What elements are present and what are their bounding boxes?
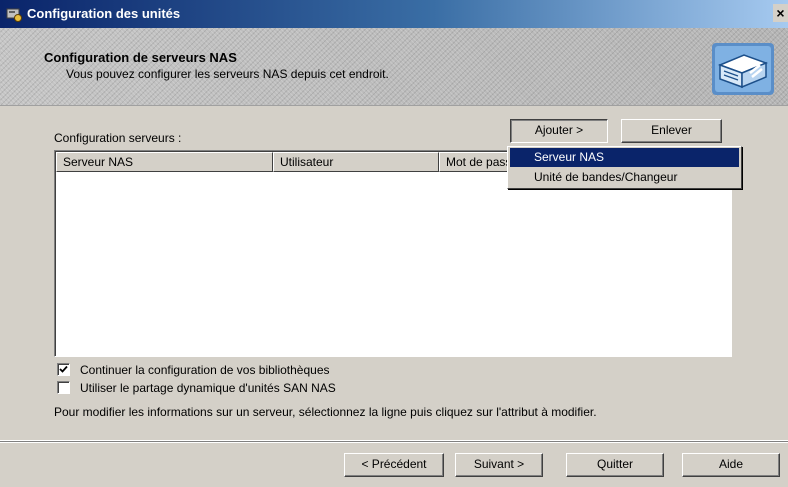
edit-hint-text: Pour modifier les informations sur un se… xyxy=(54,405,597,419)
remove-button[interactable]: Enlever xyxy=(621,119,722,143)
close-icon[interactable]: × xyxy=(773,4,788,22)
page-title: Configuration de serveurs NAS xyxy=(44,50,237,65)
continue-library-config-checkbox[interactable] xyxy=(57,363,70,376)
page-subtitle: Vous pouvez configurer les serveurs NAS … xyxy=(66,67,389,81)
dynamic-san-sharing-checkbox[interactable] xyxy=(57,381,70,394)
next-button[interactable]: Suivant > xyxy=(455,453,543,477)
app-icon xyxy=(6,6,22,22)
add-button[interactable]: Ajouter > xyxy=(510,119,608,143)
column-header-user[interactable]: Utilisateur xyxy=(273,152,439,172)
window-title: Configuration des unités xyxy=(27,6,181,21)
menu-item-nas-server[interactable]: Serveur NAS xyxy=(510,148,739,167)
back-button[interactable]: < Précédent xyxy=(344,453,444,477)
quit-button[interactable]: Quitter xyxy=(566,453,664,477)
menu-item-tape-changer[interactable]: Unité de bandes/Changeur xyxy=(510,168,739,187)
tape-library-icon xyxy=(712,43,774,95)
server-list-label: Configuration serveurs : xyxy=(54,131,182,145)
column-header-server[interactable]: Serveur NAS xyxy=(56,152,273,172)
continue-library-config-label: Continuer la configuration de vos biblio… xyxy=(80,363,330,377)
footer-separator xyxy=(0,442,788,443)
checkmark-icon xyxy=(59,365,68,373)
help-button[interactable]: Aide xyxy=(682,453,780,477)
dynamic-san-sharing-label: Utiliser le partage dynamique d'unités S… xyxy=(80,381,336,395)
add-menu: Serveur NAS Unité de bandes/Changeur xyxy=(507,146,742,189)
